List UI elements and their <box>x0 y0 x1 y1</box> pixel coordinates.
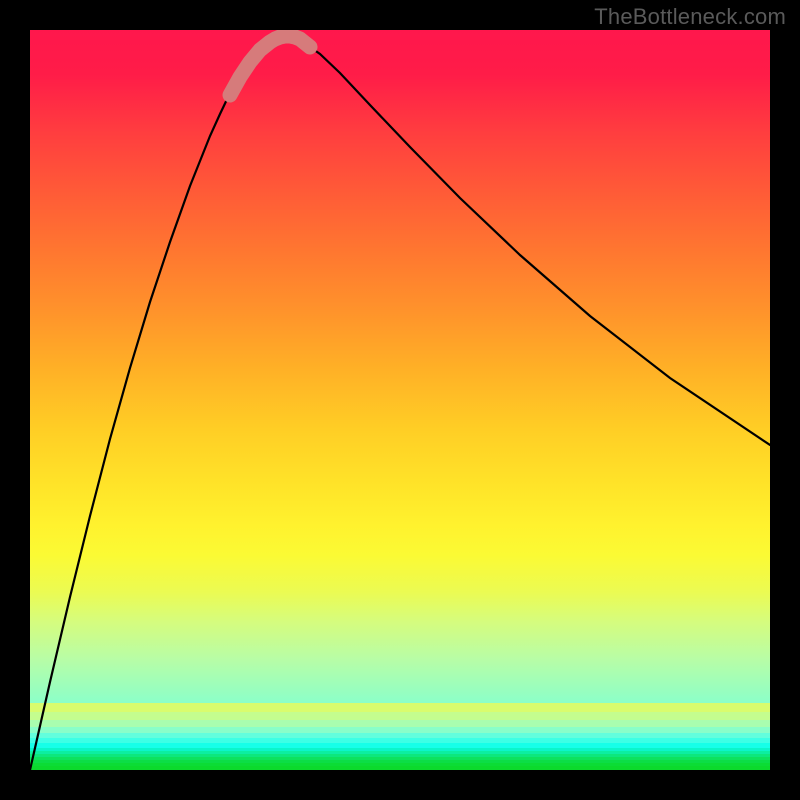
watermark-text: TheBottleneck.com <box>594 4 786 30</box>
low-fit-highlight <box>230 36 310 95</box>
curve-overlay-svg <box>30 30 770 770</box>
chart-plot-area <box>30 30 770 770</box>
bottleneck-curve <box>30 36 770 770</box>
